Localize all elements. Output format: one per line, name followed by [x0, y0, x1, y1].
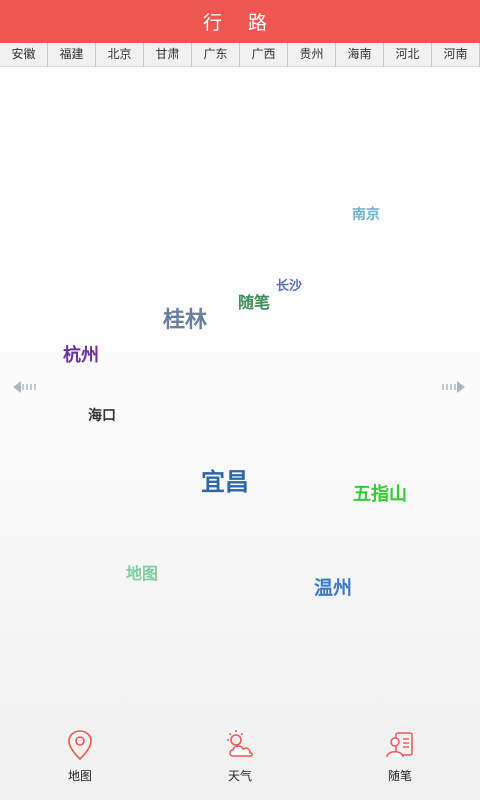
nav-notes-button[interactable]: 随笔	[340, 727, 460, 784]
scroll-right-arrow-icon[interactable]	[439, 378, 465, 396]
tab-province-hainan[interactable]: 海南	[336, 43, 384, 66]
tab-province-fujian[interactable]: 福建	[48, 43, 96, 66]
tab-province-henan[interactable]: 河南	[432, 43, 480, 66]
tab-province-guangdong[interactable]: 广东	[192, 43, 240, 66]
province-tab-bar[interactable]: 安徽 福建 北京 甘肃 广东 广西 贵州 海南 河北 河南	[0, 43, 480, 67]
app-title: 行 路	[202, 12, 278, 34]
cloud-word-wuzhishan[interactable]: 五指山	[353, 480, 407, 506]
nav-map-button[interactable]: 地图	[20, 727, 140, 784]
cloud-word-hangzhou[interactable]: 杭州	[63, 341, 99, 367]
nav-map-label: 地图	[67, 768, 92, 783]
cloud-word-yichang[interactable]: 宜昌	[201, 462, 249, 497]
nav-weather-button[interactable]: 天气	[180, 727, 300, 784]
scroll-left-arrow-icon[interactable]	[13, 378, 39, 396]
nav-weather-label: 天气	[227, 768, 252, 783]
cloud-word-haikou[interactable]: 海口	[88, 405, 116, 425]
cloud-word-ditu[interactable]: 地图	[126, 560, 158, 584]
cloud-word-changsha[interactable]: 长沙	[276, 275, 302, 294]
cloud-word-wenzhou[interactable]: 温州	[314, 573, 352, 600]
tab-province-gansu[interactable]: 甘肃	[144, 43, 192, 66]
nav-notes-label: 随笔	[387, 768, 412, 783]
tab-province-hebei[interactable]: 河北	[384, 43, 432, 66]
tab-province-guizhou[interactable]: 贵州	[288, 43, 336, 66]
title-bar: 行 路	[0, 0, 480, 43]
map-pin-icon	[68, 729, 92, 760]
bottom-nav: 地图 天气 随笔	[0, 710, 480, 800]
cloud-word-nanjing[interactable]: 南京	[352, 204, 380, 224]
cloud-word-suibi[interactable]: 随笔	[238, 289, 270, 313]
notes-person-icon	[386, 731, 413, 757]
tab-province-guangxi[interactable]: 广西	[240, 43, 288, 66]
cloud-word-guilin[interactable]: 桂林	[163, 302, 207, 334]
tab-province-beijing[interactable]: 北京	[96, 43, 144, 66]
weather-icon	[227, 729, 253, 757]
tab-province-anhui[interactable]: 安徽	[0, 43, 48, 66]
